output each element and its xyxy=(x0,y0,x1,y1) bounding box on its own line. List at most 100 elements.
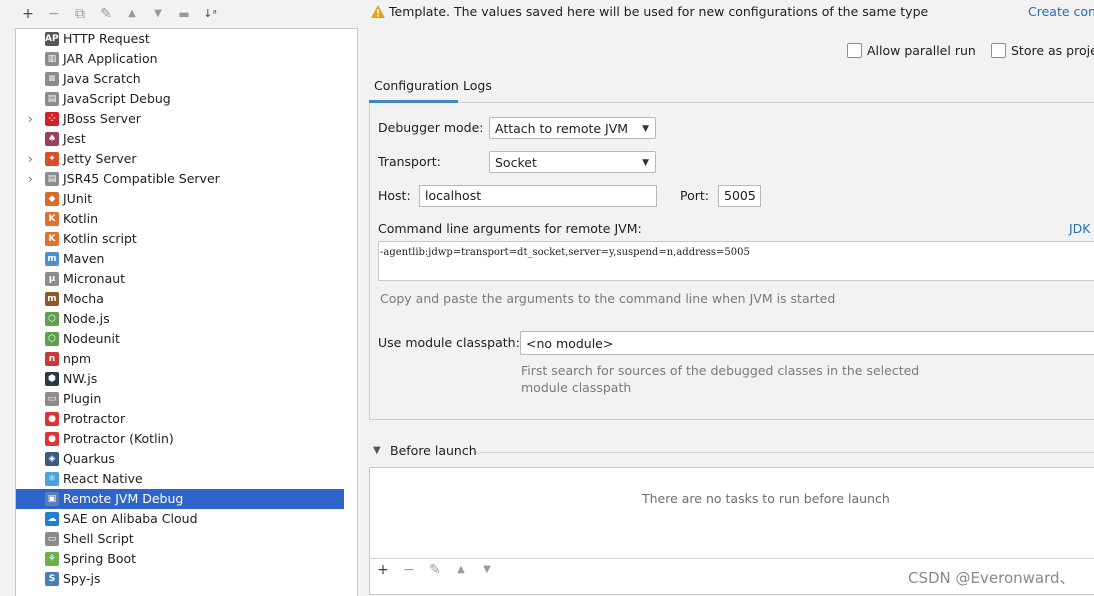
allow-parallel-checkbox[interactable] xyxy=(847,43,862,58)
tree-item[interactable]: › ⁘ JBoss Server xyxy=(16,109,344,129)
tree-item-label: Jest xyxy=(63,131,86,146)
tree-item[interactable]: ⬢ NW.js xyxy=(16,369,344,389)
chevron-down-icon: ▼ xyxy=(642,158,649,168)
tree-item[interactable]: › ▤ JSR45 Compatible Server xyxy=(16,169,344,189)
tree-item[interactable]: S Spy-js xyxy=(16,569,344,589)
tree-item-label: Plugin xyxy=(63,391,102,406)
java-scratch-icon: ≡ xyxy=(45,72,59,86)
tree-item[interactable]: ≡ Java Scratch xyxy=(16,69,344,89)
quarkus-icon: ◈ xyxy=(45,452,59,466)
tree-item[interactable]: m Maven xyxy=(16,249,344,269)
store-as-project-checkbox[interactable] xyxy=(991,43,1006,58)
tree-item-label: Micronaut xyxy=(63,271,126,286)
tree-item-label: npm xyxy=(63,351,92,366)
tree-item-label: Mocha xyxy=(63,291,104,306)
arrow-down-icon[interactable]: ▼ xyxy=(149,5,167,23)
tree-item-label: Nodeunit xyxy=(63,331,120,346)
tree-item-label: NW.js xyxy=(63,371,98,386)
before-launch-label[interactable]: Before launch xyxy=(390,443,477,458)
protractor-icon: ● xyxy=(45,412,59,426)
move-down-icon[interactable]: ▼ xyxy=(478,561,496,579)
jdk-version-link[interactable]: JDK xyxy=(1069,221,1091,236)
tree-item[interactable]: ◈ Quarkus xyxy=(16,449,344,469)
npm-icon: n xyxy=(45,352,59,366)
kotlin-script-icon: K xyxy=(45,232,59,246)
tree-item[interactable]: ▣ Remote JVM Debug xyxy=(16,489,344,509)
cloud-icon: ☁ xyxy=(45,512,59,526)
tree-item[interactable]: ⚘ Spring Boot xyxy=(16,549,344,569)
tree-item[interactable]: n npm xyxy=(16,349,344,369)
add-task-icon[interactable]: + xyxy=(374,561,392,579)
tree-item[interactable]: μ Micronaut xyxy=(16,269,344,289)
spyjs-icon: S xyxy=(45,572,59,586)
store-as-project-label: Store as proje xyxy=(1011,43,1094,58)
tree-item[interactable]: ☁ SAE on Alibaba Cloud xyxy=(16,509,344,529)
tree-item-label: Spring Boot xyxy=(63,551,137,566)
chevron-right-icon[interactable]: › xyxy=(28,109,33,129)
jboss-icon: ⁘ xyxy=(45,112,59,126)
tree-item[interactable]: ▭ Plugin xyxy=(16,389,344,409)
port-input[interactable]: 5005 xyxy=(718,185,761,207)
nodeunit-icon: ⬡ xyxy=(45,332,59,346)
module-classpath-label: Use module classpath: xyxy=(378,335,520,350)
tree-item[interactable]: ⚛ React Native xyxy=(16,469,344,489)
host-input[interactable]: localhost xyxy=(419,185,657,207)
shell-icon: ▭ xyxy=(45,532,59,546)
debugger-mode-select[interactable]: Attach to remote JVM ▼ xyxy=(489,117,656,139)
tree-item[interactable]: K Kotlin script xyxy=(16,229,344,249)
create-configuration-link[interactable]: Create conf xyxy=(1028,4,1094,19)
tree-item[interactable]: m Mocha xyxy=(16,289,344,309)
maven-icon: m xyxy=(45,252,59,266)
nodejs-icon: ⬡ xyxy=(45,312,59,326)
kotlin-icon: K xyxy=(45,212,59,226)
copy-icon[interactable]: ⧉ xyxy=(71,5,89,23)
tree-item-label: SAE on Alibaba Cloud xyxy=(63,511,198,526)
warning-icon xyxy=(371,5,385,18)
jest-icon: ♠ xyxy=(45,132,59,146)
tree-item-label: Protractor (Kotlin) xyxy=(63,431,174,446)
micronaut-icon: μ xyxy=(45,272,59,286)
arrow-up-icon[interactable]: ▲ xyxy=(123,5,141,23)
config-type-tree: API HTTP Request ▥ JAR Application ≡ Java Scr… xyxy=(15,28,358,596)
debugger-mode-value: Attach to remote JVM xyxy=(495,121,629,136)
tree-item[interactable]: K Kotlin xyxy=(16,209,344,229)
tree-item[interactable]: ⬡ Nodeunit xyxy=(16,329,344,349)
transport-value: Socket xyxy=(495,155,537,170)
edit-task-icon[interactable]: ✎ xyxy=(426,561,444,579)
transport-select[interactable]: Socket ▼ xyxy=(489,151,656,173)
port-label: Port: xyxy=(680,188,709,203)
minus-icon[interactable]: − xyxy=(45,5,63,23)
module-hint-line2: module classpath xyxy=(521,380,632,395)
module-classpath-select[interactable]: <no module> xyxy=(520,331,1094,355)
tree-item[interactable]: ♠ Jest xyxy=(16,129,344,149)
cmd-args-field[interactable]: -agentlib:jdwp=transport=dt_socket,serve… xyxy=(378,241,1094,281)
tree-item[interactable]: ⬡ Node.js xyxy=(16,309,344,329)
sort-az-icon[interactable]: ↓ᵃ xyxy=(201,5,219,23)
tree-item[interactable]: ◆ JUnit xyxy=(16,189,344,209)
jar-icon: ▥ xyxy=(45,52,59,66)
tree-item-label: JAR Application xyxy=(63,51,158,66)
chevron-right-icon[interactable]: › xyxy=(28,149,33,169)
tree-item[interactable]: ▥ JAR Application xyxy=(16,49,344,69)
tree-item[interactable]: ● Protractor xyxy=(16,409,344,429)
tree-item[interactable]: › ✦ Jetty Server xyxy=(16,149,344,169)
collapse-triangle-icon[interactable]: ▼ xyxy=(373,445,381,456)
allow-parallel-text: Allow parallel run xyxy=(867,43,976,58)
chevron-right-icon[interactable]: › xyxy=(28,169,33,189)
tree-item[interactable]: ● Protractor (Kotlin) xyxy=(16,429,344,449)
move-up-icon[interactable]: ▲ xyxy=(452,561,470,579)
tab-logs[interactable]: Logs xyxy=(463,78,492,93)
tree-item-label: JUnit xyxy=(63,191,93,206)
folder-add-icon[interactable]: ▬ xyxy=(175,5,193,23)
remove-task-icon[interactable]: − xyxy=(400,561,418,579)
no-tasks-text: There are no tasks to run before launch xyxy=(642,491,890,506)
tree-item-label: JavaScript Debug xyxy=(63,91,171,106)
tree-item-label: Shell Script xyxy=(63,531,134,546)
tab-configuration[interactable]: Configuration xyxy=(374,78,459,93)
plus-icon[interactable]: + xyxy=(19,5,37,23)
wrench-icon[interactable]: ✎ xyxy=(97,5,115,23)
tree-item[interactable]: ▭ Shell Script xyxy=(16,529,344,549)
tree-item[interactable]: ▤ JavaScript Debug xyxy=(16,89,344,109)
api-icon: API xyxy=(45,32,59,46)
tree-item[interactable]: API HTTP Request xyxy=(16,29,344,49)
